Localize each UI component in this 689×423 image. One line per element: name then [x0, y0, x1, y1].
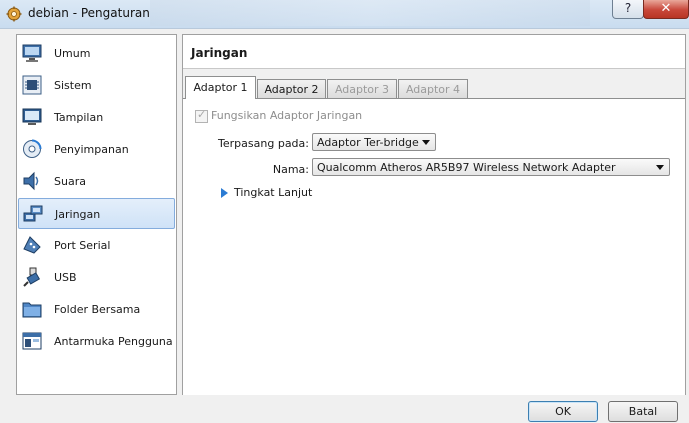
attached-to-label: Terpasang pada:	[218, 137, 309, 150]
page-header: Jaringan	[183, 35, 685, 69]
sidebar-item-folder-bersama[interactable]: Folder Bersama	[18, 294, 175, 325]
sidebar-item-label: Sistem	[54, 79, 92, 92]
tab-adaptor-2[interactable]: Adaptor 2	[257, 79, 326, 98]
sidebar-item-label: Jaringan	[55, 208, 101, 221]
adapter-name-value: Qualcomm Atheros AR5B97 Wireless Network…	[317, 161, 616, 174]
chevron-down-icon	[656, 165, 664, 170]
background-window-ghost	[150, 0, 590, 26]
monitor-icon	[22, 44, 42, 62]
close-button[interactable]: ✕	[643, 0, 689, 19]
sidebar-item-label: Umum	[54, 47, 91, 60]
sidebar-item-label: Port Serial	[54, 239, 111, 252]
sidebar-item-jaringan[interactable]: Jaringan	[18, 198, 175, 229]
cancel-button[interactable]: Batal	[608, 401, 678, 422]
tab-adaptor-1[interactable]: Adaptor 1	[185, 76, 256, 99]
expand-arrow-icon[interactable]	[221, 188, 228, 198]
chip-icon	[22, 75, 42, 95]
storage-icon	[23, 139, 42, 158]
advanced-toggle[interactable]: Tingkat Lanjut	[234, 186, 312, 199]
sidebar-item-suara[interactable]: Suara	[18, 166, 175, 197]
speaker-icon	[23, 171, 39, 191]
sidebar-item-port-serial[interactable]: Port Serial	[18, 230, 175, 261]
tab-adaptor-3[interactable]: Adaptor 3	[327, 79, 397, 98]
enable-adapter-checkbox[interactable]: ✓	[195, 108, 208, 123]
window-title: debian - Pengaturan	[28, 6, 150, 20]
usb-icon	[23, 267, 41, 287]
checkmark-icon: ✓	[197, 108, 207, 121]
chevron-down-icon	[422, 140, 430, 145]
settings-category-list: Umum Sistem Tampilan Penyimpanan Suara J…	[16, 34, 177, 395]
enable-adapter-label: Fungsikan Adaptor Jaringan	[211, 109, 363, 122]
folder-icon	[22, 302, 42, 318]
sidebar-item-label: Folder Bersama	[54, 303, 141, 316]
adapter-name-label: Nama:	[272, 163, 309, 176]
page-title: Jaringan	[191, 46, 248, 60]
sidebar-item-umum[interactable]: Umum	[18, 38, 175, 69]
adapter-tab-panel: ✓ Fungsikan Adaptor Jaringan Terpasang p…	[183, 98, 685, 395]
sidebar-item-sistem[interactable]: Sistem	[18, 70, 175, 101]
sidebar-item-label: Suara	[54, 175, 86, 188]
sidebar-item-label: Penyimpanan	[54, 143, 129, 156]
attached-to-value: Adaptor Ter-bridge	[317, 136, 419, 149]
sidebar-item-antarmuka-pengguna[interactable]: Antarmuka Pengguna	[18, 326, 175, 357]
attached-to-dropdown[interactable]: Adaptor Ter-bridge	[312, 133, 436, 151]
gear-icon	[6, 6, 22, 22]
sidebar-item-label: Tampilan	[54, 111, 104, 124]
help-button[interactable]: ?	[612, 0, 644, 19]
ok-button[interactable]: OK	[528, 401, 598, 422]
tab-adaptor-4[interactable]: Adaptor 4	[398, 79, 468, 98]
sidebar-item-usb[interactable]: USB	[18, 262, 175, 293]
sidebar-item-label: USB	[54, 271, 77, 284]
settings-page: Jaringan Adaptor 1 Adaptor 2 Adaptor 3 A…	[182, 34, 686, 395]
sidebar-item-label: Antarmuka Pengguna	[54, 335, 173, 348]
sidebar-item-tampilan[interactable]: Tampilan	[18, 102, 175, 133]
title-bar: debian - Pengaturan ? ✕	[0, 0, 689, 29]
sidebar-item-penyimpanan[interactable]: Penyimpanan	[18, 134, 175, 165]
ui-window-icon	[22, 332, 42, 350]
network-icon	[23, 205, 43, 222]
serial-port-icon	[23, 236, 41, 254]
display-icon	[22, 108, 42, 125]
adapter-name-dropdown[interactable]: Qualcomm Atheros AR5B97 Wireless Network…	[312, 158, 670, 176]
